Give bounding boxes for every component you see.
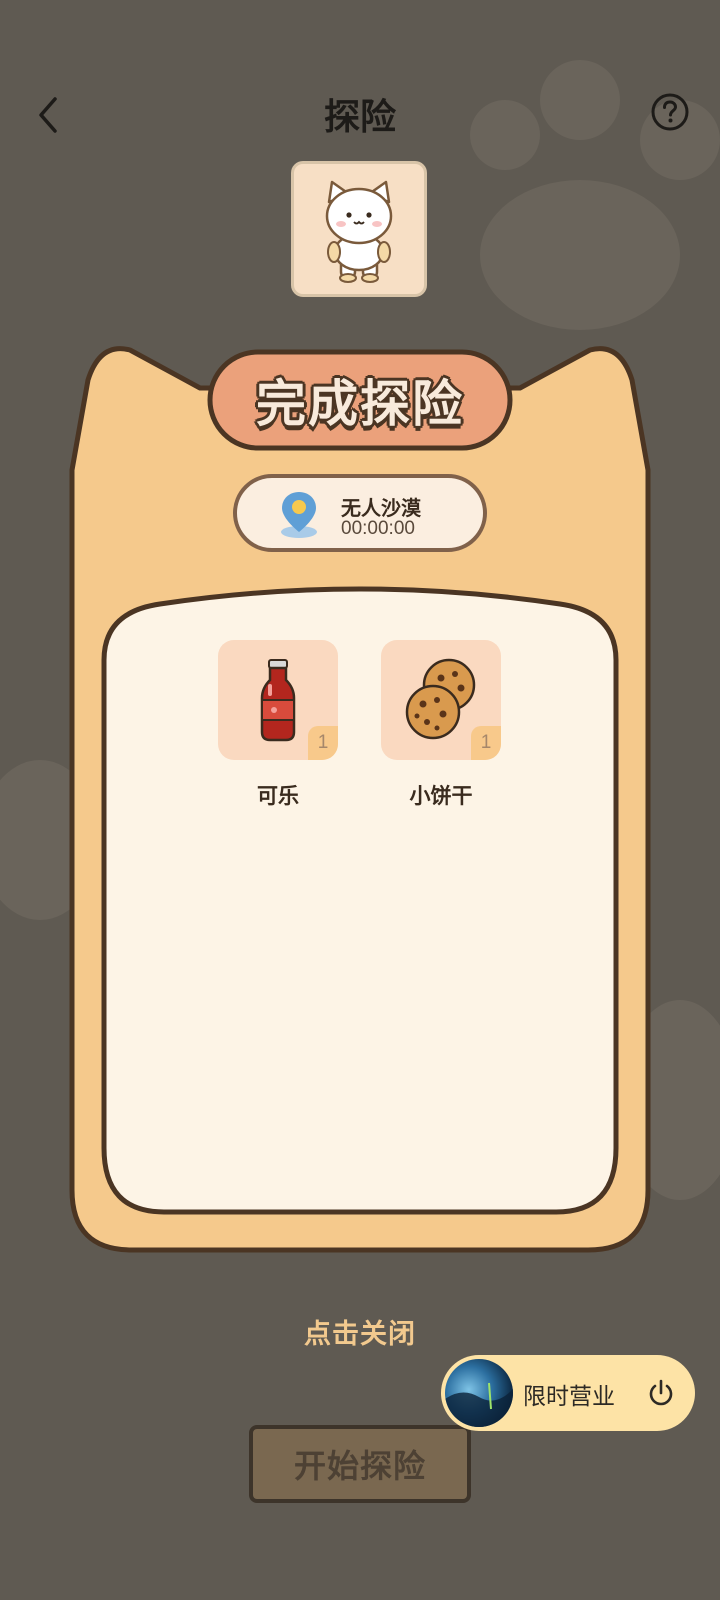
location-pill: 无人沙漠 00:00:00 <box>233 474 487 552</box>
map-pin-icon <box>281 492 317 538</box>
result-card <box>69 346 651 1253</box>
reward-count: 1 <box>308 726 338 760</box>
wave-image-icon <box>445 1382 513 1427</box>
reward-tile: 1 <box>218 640 338 760</box>
limited-time-label: 限时营业 <box>523 1384 615 1410</box>
close-hint[interactable]: 点击关闭 <box>0 1312 720 1351</box>
result-title: 完成探险 <box>256 375 464 433</box>
location-timer: 00:00:00 <box>341 518 415 539</box>
reward-name: 可乐 <box>257 784 299 808</box>
reward-count: 1 <box>471 726 501 760</box>
reward-item-cola[interactable]: 1 可乐 <box>218 640 338 810</box>
reward-item-cookie[interactable]: 1 小饼干 <box>381 640 501 810</box>
reward-name: 小饼干 <box>409 784 473 808</box>
shop-avatar <box>445 1359 513 1427</box>
location-name: 无人沙漠 <box>341 496 421 520</box>
limited-time-bar[interactable]: 限时营业 <box>441 1355 695 1431</box>
start-adventure-button[interactable]: 开始探险 <box>249 1425 471 1503</box>
reward-tile: 1 <box>381 640 501 760</box>
power-icon[interactable] <box>645 1377 677 1409</box>
